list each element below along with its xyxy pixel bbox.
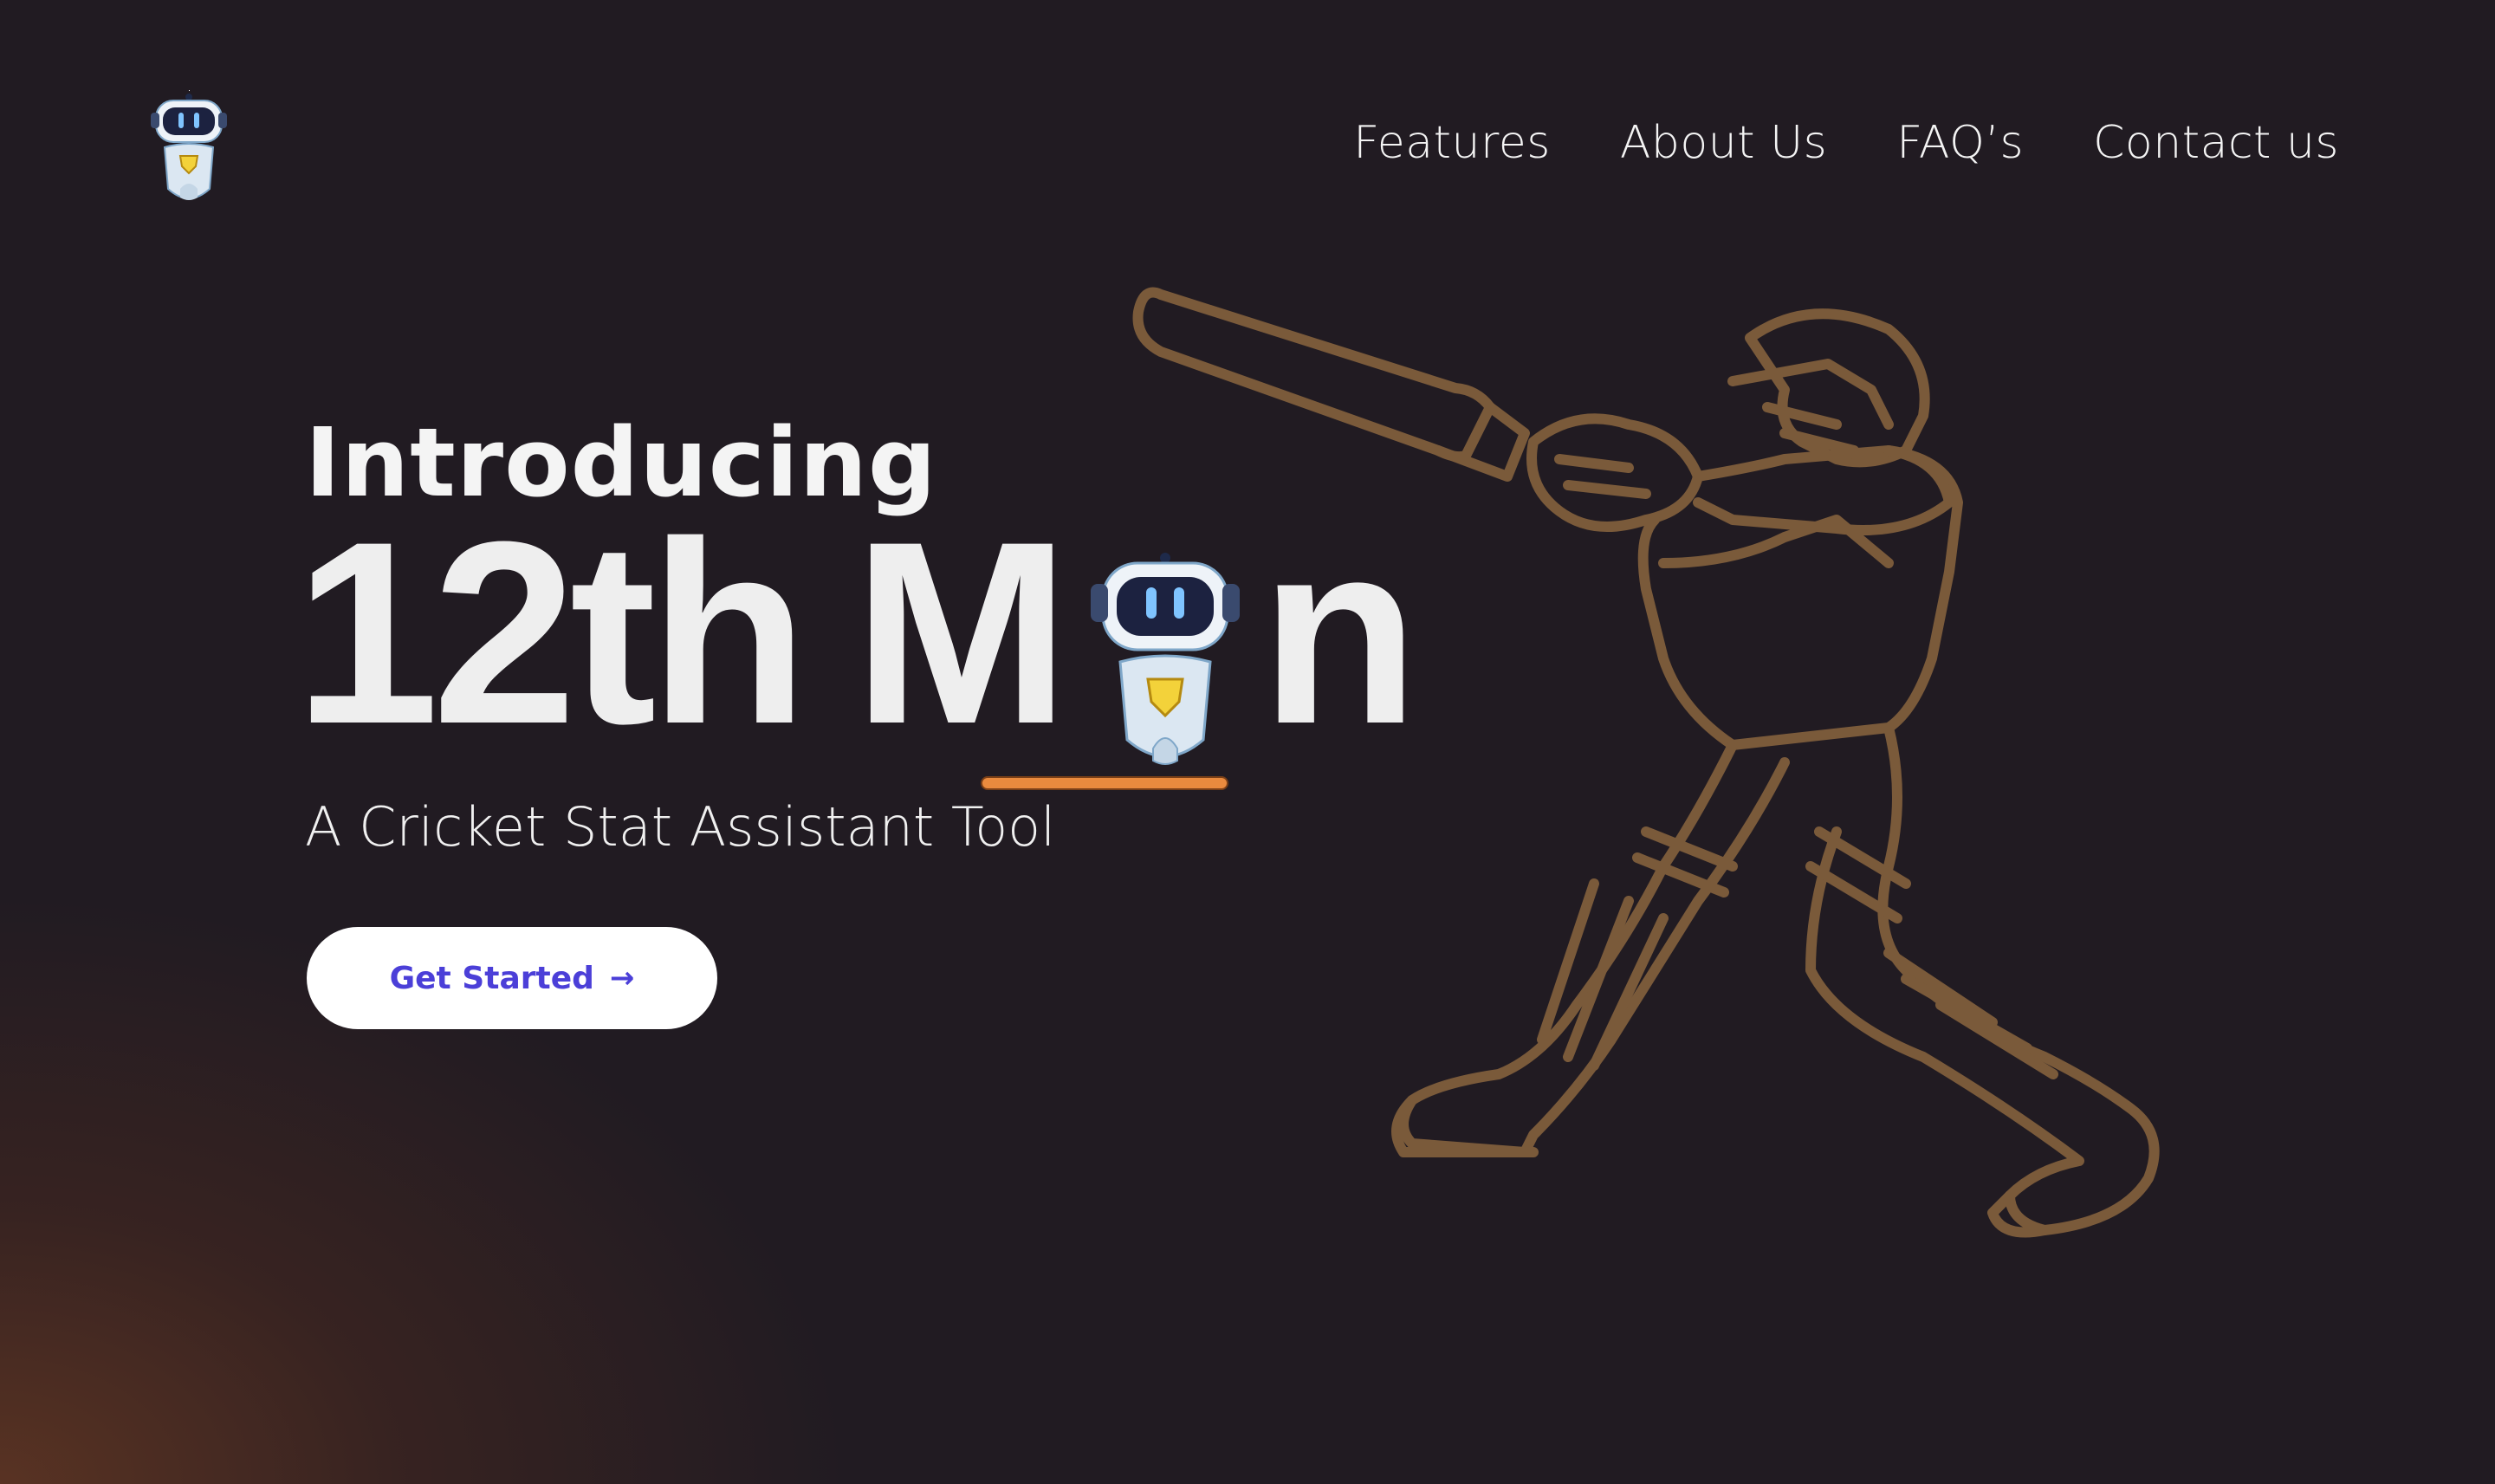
get-started-label: Get Started — [389, 960, 594, 996]
arrow-right-icon: → — [609, 961, 635, 995]
robot-logo-icon[interactable] — [146, 87, 232, 208]
get-started-button[interactable]: Get Started → — [307, 927, 717, 1029]
nav-contact-us[interactable]: Contact us — [2093, 117, 2339, 169]
nav-features[interactable]: Features — [1353, 117, 1551, 169]
title-part-12th: 12th — [295, 487, 808, 778]
cricket-batsman-illustration — [1132, 287, 2160, 1238]
nav-faqs[interactable]: FAQ’s — [1896, 117, 2024, 169]
title-part-m: M — [852, 487, 1070, 778]
nav-about-us[interactable]: About Us — [1620, 117, 1827, 169]
hero-subtitle: A Cricket Stat Assistant Tool — [305, 795, 1056, 859]
main-nav: Features About Us FAQ’s Contact us — [1353, 117, 2339, 169]
